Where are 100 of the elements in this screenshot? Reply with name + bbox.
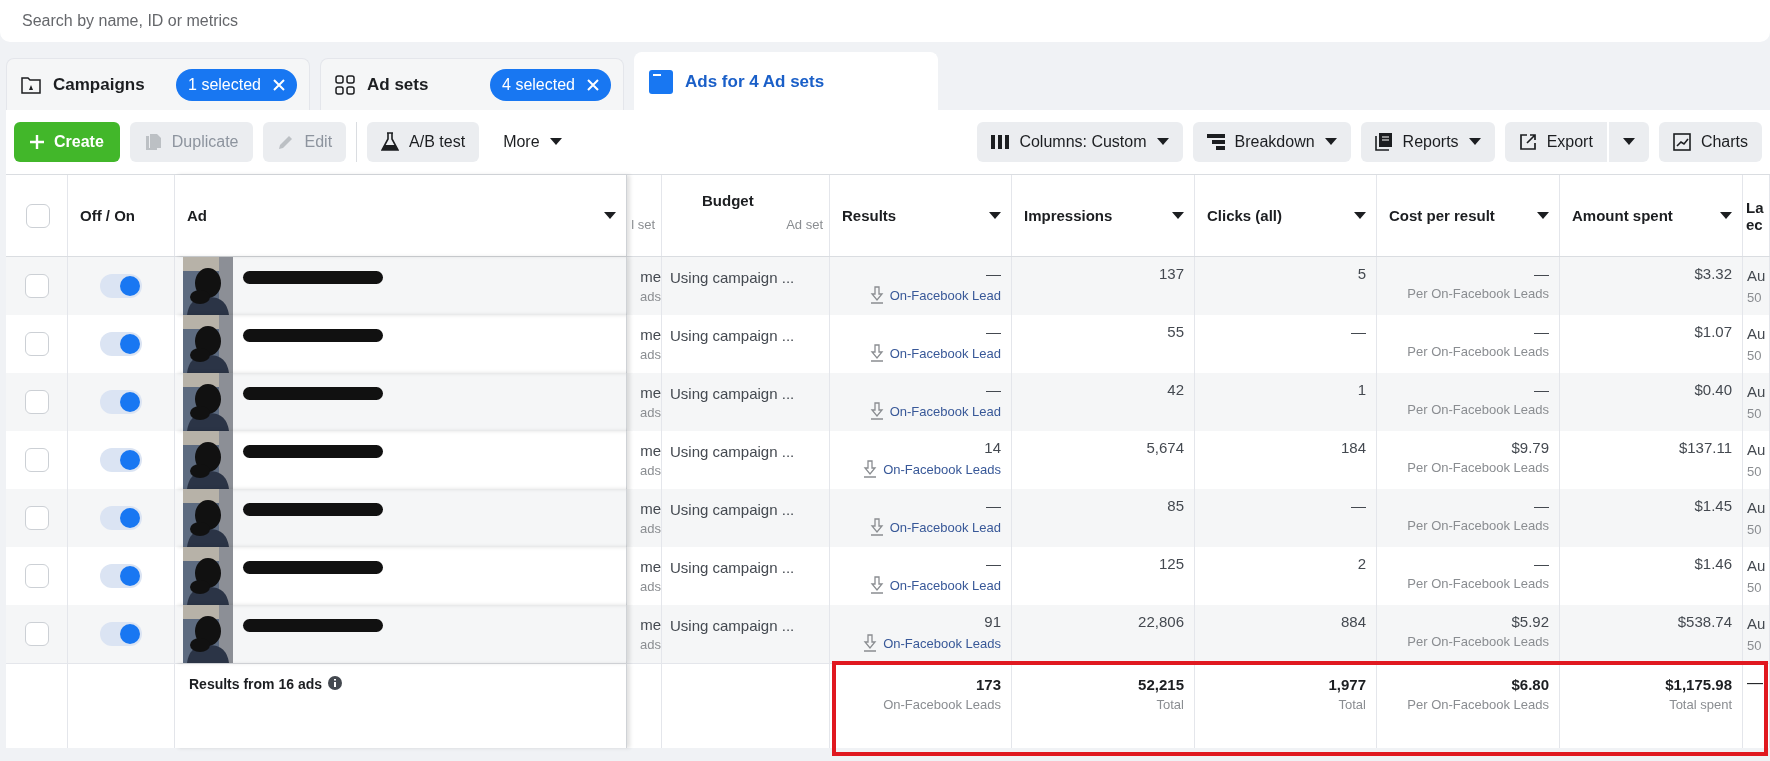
tab[interactable]: Ad sets 4 selected xyxy=(320,58,624,110)
selection-badge[interactable]: 4 selected xyxy=(490,68,611,101)
table-cell: 42 xyxy=(1167,381,1184,398)
cell-caption: Total xyxy=(1156,697,1184,712)
table-cell: — xyxy=(1351,497,1366,514)
total-value: $1,175.98 xyxy=(1665,676,1732,693)
caret-icon[interactable] xyxy=(1537,211,1549,220)
grid-icon xyxy=(335,74,355,95)
column-header[interactable]: Budget xyxy=(702,192,754,209)
table-cell: me xyxy=(640,268,661,285)
toolbar-button[interactable]: Export xyxy=(1504,122,1607,162)
checkbox[interactable] xyxy=(24,564,49,588)
column-header[interactable]: Off / On xyxy=(80,207,164,224)
table-cell: $0.40 xyxy=(1694,381,1732,398)
result-link[interactable]: On-Facebook Lead xyxy=(869,286,1001,304)
column-header[interactable]: Cost per result xyxy=(1389,207,1531,224)
table-cell-text: ads xyxy=(639,462,661,480)
toolbar-button[interactable]: Reports xyxy=(1360,122,1495,162)
toggle-switch[interactable] xyxy=(100,622,142,646)
table-cell: — xyxy=(986,497,1001,514)
checkbox[interactable] xyxy=(25,203,50,228)
plus-icon xyxy=(30,135,44,149)
checkbox[interactable] xyxy=(24,448,49,472)
cell-caption: Per On-Facebook Leads xyxy=(1407,576,1549,591)
download-icon xyxy=(869,576,884,594)
column-header[interactable]: La ec xyxy=(1746,198,1769,233)
table-cell: Au xyxy=(1747,267,1766,284)
table-cell: Au xyxy=(1747,615,1766,632)
table-cell: 85 xyxy=(1167,497,1184,514)
column-header[interactable]: Clicks (all) xyxy=(1207,207,1348,224)
table-cell: $3.32 xyxy=(1694,265,1732,282)
search-field[interactable]: Search by name, ID or metrics xyxy=(0,0,1770,42)
caret-icon[interactable] xyxy=(604,211,616,220)
toolbar-button[interactable]: A/B test xyxy=(367,122,480,162)
toolbar-button[interactable]: Breakdown xyxy=(1192,122,1351,162)
result-link[interactable]: On-Facebook Lead xyxy=(869,576,1001,594)
checkbox[interactable] xyxy=(24,390,49,414)
table-cell: 5,674 xyxy=(1146,439,1184,456)
table-cell: — xyxy=(1351,323,1366,340)
table-cell: me xyxy=(640,616,661,633)
table-cell: 22,806 xyxy=(1138,613,1184,630)
table-cell: $1.07 xyxy=(1694,323,1732,340)
column-header[interactable]: Amount spent xyxy=(1572,207,1714,224)
table-cell-text: 50 xyxy=(1747,463,1763,481)
column-header[interactable]: Results xyxy=(842,207,983,224)
table-cell: Au xyxy=(1747,441,1766,458)
table-cell: $1.45 xyxy=(1694,497,1732,514)
table-cell: — xyxy=(1534,497,1549,514)
caret-icon[interactable] xyxy=(1354,211,1366,220)
toggle-switch[interactable] xyxy=(100,448,142,472)
cell-caption: Per On-Facebook Leads xyxy=(1407,518,1549,533)
checkbox[interactable] xyxy=(24,274,49,298)
dropdown-button[interactable] xyxy=(1608,122,1649,162)
tab[interactable]: Ads for 4 Ad sets xyxy=(634,52,938,110)
table-cell: 884 xyxy=(1340,613,1366,630)
toggle-switch[interactable] xyxy=(100,506,142,530)
toggle-switch[interactable] xyxy=(100,564,142,588)
column-header[interactable]: Ad xyxy=(187,207,598,224)
toggle-switch[interactable] xyxy=(100,390,142,414)
table-cell-text: ads xyxy=(639,636,661,654)
table-cell: 91 xyxy=(984,613,1001,630)
info-icon[interactable] xyxy=(328,676,343,690)
breakdown-icon xyxy=(1206,134,1225,150)
toggle-switch[interactable] xyxy=(100,332,142,356)
caret-icon xyxy=(1156,138,1169,146)
table-cell: Au xyxy=(1747,499,1766,516)
toolbar-button[interactable]: More xyxy=(489,122,576,162)
table-cell: me xyxy=(640,326,661,343)
download-icon xyxy=(869,344,884,362)
checkbox[interactable] xyxy=(24,332,49,356)
toolbar-button[interactable]: Charts xyxy=(1658,122,1762,162)
table-cell: 5 xyxy=(1357,265,1366,282)
table-cell: $9.79 xyxy=(1511,439,1549,456)
totals-label: Results from 16 ads xyxy=(189,676,323,692)
table-cell-text: 50 xyxy=(1747,637,1763,655)
caret-icon[interactable] xyxy=(1720,211,1732,220)
close-icon[interactable] xyxy=(587,78,599,91)
close-icon[interactable] xyxy=(273,78,285,91)
cell-caption: Per On-Facebook Leads xyxy=(1407,634,1549,649)
table-cell: Using campaign ... xyxy=(670,617,795,634)
book-icon xyxy=(1374,133,1393,151)
result-link[interactable]: On-Facebook Lead xyxy=(869,402,1001,420)
toggle-switch[interactable] xyxy=(100,274,142,298)
column-header[interactable]: Impressions xyxy=(1024,207,1166,224)
toolbar-button[interactable]: Columns: Custom xyxy=(977,122,1183,162)
checkbox[interactable] xyxy=(24,622,49,646)
result-link[interactable]: On-Facebook Lead xyxy=(869,518,1001,536)
result-link[interactable]: On-Facebook Leads xyxy=(863,460,1001,478)
caret-icon[interactable] xyxy=(989,211,1001,220)
caret-icon xyxy=(1324,138,1337,146)
table-cell: 125 xyxy=(1158,555,1184,572)
cell-caption: Per On-Facebook Leads xyxy=(1407,344,1549,359)
selection-badge[interactable]: 1 selected xyxy=(176,68,297,101)
table-cell: me xyxy=(640,558,661,575)
result-link[interactable]: On-Facebook Lead xyxy=(869,344,1001,362)
result-link[interactable]: On-Facebook Leads xyxy=(863,634,1001,652)
checkbox[interactable] xyxy=(24,506,49,530)
tab[interactable]: Campaigns 1 selected xyxy=(6,58,310,110)
table-cell-text: ads xyxy=(639,346,661,364)
caret-icon[interactable] xyxy=(1172,211,1184,220)
